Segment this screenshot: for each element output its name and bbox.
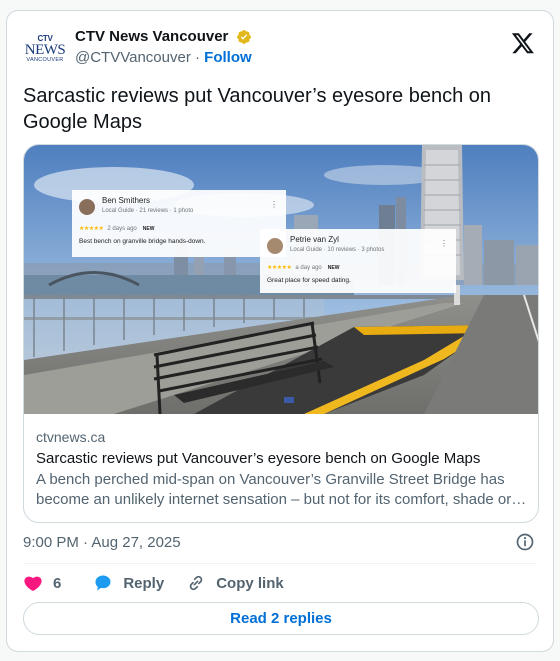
review-text: Great place for speed dating. xyxy=(267,277,351,284)
link-card-meta: ctvnews.ca Sarcastic reviews put Vancouv… xyxy=(36,428,530,510)
reviewer-meta: Local Guide · 10 reviews · 3 photos xyxy=(290,247,385,253)
reviewer-name: Petrie van Zyl xyxy=(290,235,339,244)
follow-button[interactable]: Follow xyxy=(204,49,252,66)
x-logo-icon[interactable] xyxy=(511,31,535,55)
reviewer-avatar xyxy=(267,238,283,254)
ctv-news-avatar[interactable]: CTV NEWS VANCOUVER xyxy=(23,27,67,71)
review-time: 2 days ago xyxy=(107,226,137,232)
reviewer-name: Ben Smithers xyxy=(102,196,151,205)
google-review-ben-smithers: Ben Smithers Local Guide · 21 reviews · … xyxy=(72,190,286,257)
like-count: 6 xyxy=(53,574,62,592)
reviewer-avatar xyxy=(79,199,95,215)
new-badge: NEW xyxy=(142,226,155,232)
more-options-icon: ⋮ xyxy=(440,239,448,248)
avatar-logo-city: VANCOUVER xyxy=(26,56,64,63)
reply-label: Reply xyxy=(123,574,165,592)
read-replies-button[interactable]: Read 2 replies xyxy=(23,602,539,635)
verified-badge-icon xyxy=(237,30,251,44)
link-preview-card[interactable]: Ben Smithers Local Guide · 21 reviews · … xyxy=(23,144,539,523)
review-time: a day ago xyxy=(295,265,322,271)
link-description: A bench perched mid-span on Vancouver’s … xyxy=(36,471,512,508)
new-badge: NEW xyxy=(327,265,340,271)
embedded-tweet-card: CTV NEWS VANCOUVER CTV News Vancouver @C… xyxy=(6,10,554,652)
reply-button[interactable]: Reply xyxy=(93,573,164,593)
heart-icon xyxy=(24,576,42,591)
link-domain: ctvnews.ca xyxy=(36,429,106,445)
link-title: Sarcastic reviews put Vancouver’s eyesor… xyxy=(36,450,481,467)
tweet-text: Sarcastic reviews put Vancouver’s eyesor… xyxy=(23,85,492,133)
copy-link-button[interactable]: Copy link xyxy=(186,573,284,593)
author-names: CTV News Vancouver @CTVVancouver · Follo… xyxy=(75,27,252,68)
tweet-timestamp[interactable]: 9:00 PM · Aug 27, 2025 xyxy=(23,533,181,553)
author-handle[interactable]: @CTVVancouver xyxy=(75,49,191,66)
tweet-actions: 6 Reply Copy link xyxy=(23,572,306,594)
review-stars: ★★★★★ 2 days ago NEW xyxy=(79,225,154,232)
copy-link-label: Copy link xyxy=(216,574,284,592)
link-icon xyxy=(189,575,203,591)
google-review-petrie-van-zyl: Petrie van Zyl Local Guide · 10 reviews … xyxy=(260,229,456,293)
handle-row: @CTVVancouver · Follow xyxy=(75,48,252,68)
star-rating: ★★★★★ xyxy=(267,265,292,271)
like-button[interactable]: 6 xyxy=(23,573,61,593)
review-stars: ★★★★★ a day ago NEW xyxy=(267,264,339,271)
tweet-header: CTV NEWS VANCOUVER CTV News Vancouver @C… xyxy=(23,25,537,73)
reviewer-meta: Local Guide · 21 reviews · 1 photo xyxy=(102,208,194,214)
divider xyxy=(23,563,537,564)
star-rating: ★★★★★ xyxy=(79,226,104,232)
info-icon[interactable] xyxy=(515,532,535,552)
more-options-icon: ⋮ xyxy=(270,200,278,209)
review-text: Best bench on granville bridge hands-dow… xyxy=(79,238,206,245)
handle-separator: · xyxy=(195,49,200,66)
reply-bubble-icon xyxy=(95,575,111,591)
author-display-name[interactable]: CTV News Vancouver xyxy=(75,27,228,47)
avatar-logo-main: NEWS xyxy=(24,41,66,58)
